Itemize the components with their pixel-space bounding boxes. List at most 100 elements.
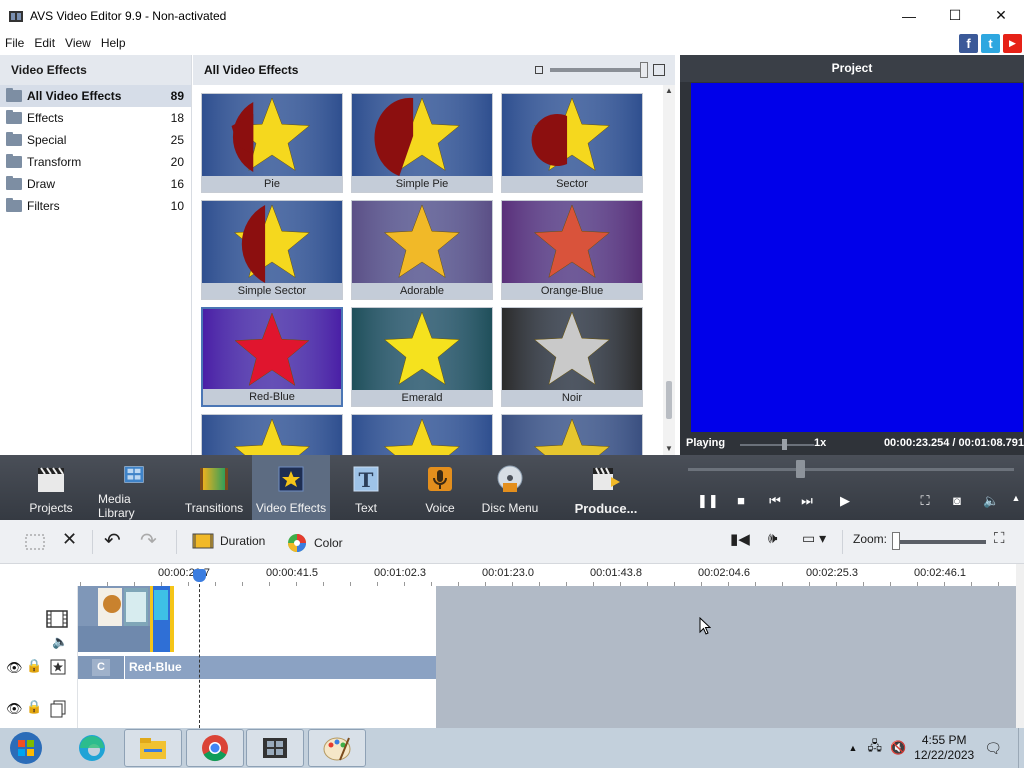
thumbnail-size-slider[interactable] [535, 62, 665, 78]
timeline-empty-area[interactable] [436, 586, 1016, 728]
zoom-thumb[interactable] [892, 532, 900, 550]
clock[interactable]: 4:55 PM 12/22/2023 [914, 733, 974, 763]
menu-view[interactable]: View [60, 36, 96, 50]
timeline-ruler[interactable]: 00:00:20.7 00:00:41.5 00:01:02.3 00:01:23.0… [0, 564, 1016, 586]
taskbar-avs-editor[interactable] [246, 729, 304, 767]
lock-icon[interactable]: 🔒 [26, 658, 42, 674]
video-clip-thumbnails[interactable] [78, 586, 174, 652]
effect-tile[interactable]: Orange-Blue [501, 200, 643, 300]
timeline-area[interactable]: C Red-Blue [78, 586, 1016, 728]
large-size-icon[interactable] [653, 64, 665, 76]
timeline-scrollbar[interactable] [1016, 564, 1024, 728]
gallery-scrollbar[interactable]: ▲ ▼ [663, 85, 675, 455]
scroll-up-icon[interactable]: ▲ [663, 85, 675, 97]
effect-tile[interactable]: Red-Blue [201, 307, 343, 407]
effect-clip-red-blue[interactable]: Red-Blue [124, 656, 436, 679]
start-button-icon[interactable] [6, 730, 46, 766]
effect-preview-image [202, 415, 342, 455]
fit-timeline-icon[interactable]: ⛶ [994, 530, 1005, 547]
disc-menu-button[interactable]: Disc Menu [480, 455, 540, 520]
split-icon[interactable]: ▮◀ [730, 530, 750, 548]
video-clip-row[interactable] [78, 586, 174, 652]
scroll-thumb[interactable] [666, 381, 672, 419]
speed-slider-thumb[interactable] [782, 439, 787, 450]
color-button[interactable]: Color [286, 532, 343, 554]
minimize-button[interactable]: — [886, 0, 932, 31]
previous-frame-icon[interactable]: ⏮ [767, 493, 783, 509]
category-name: Special [27, 133, 67, 147]
seek-thumb[interactable] [796, 460, 805, 478]
category-item[interactable]: All Video Effects 89 [0, 85, 191, 107]
eye-icon[interactable]: 👁 [6, 660, 23, 676]
duration-button[interactable]: Duration [192, 532, 265, 550]
stop-icon[interactable]: ■ [733, 493, 749, 508]
next-frame-icon[interactable]: ⏭ [799, 493, 815, 509]
play-range-icon[interactable]: ▶ [834, 493, 856, 509]
text-button[interactable]: T Text [340, 455, 392, 520]
effect-tile[interactable] [351, 414, 493, 455]
effect-tile[interactable]: Sector [501, 93, 643, 193]
twitter-icon[interactable]: t [981, 34, 1000, 53]
maximize-button[interactable]: ☐ [932, 0, 978, 31]
effect-tile[interactable]: Pie [201, 93, 343, 193]
fullscreen-icon[interactable]: ⛶ [917, 493, 933, 509]
category-item[interactable]: Effects 18 [0, 107, 191, 129]
size-slider-thumb[interactable] [640, 62, 648, 78]
undo-icon[interactable]: ↶ [104, 528, 121, 553]
zoom-slider[interactable] [892, 540, 986, 544]
aspect-ratio-dropdown[interactable]: ▭ ▾ [802, 530, 826, 547]
show-hidden-icons[interactable]: ▲ [849, 743, 858, 753]
audio-mixer-icon[interactable]: 🕪 [768, 530, 777, 547]
volume-up-arrow-icon[interactable]: ▲ [1008, 493, 1024, 503]
effect-label: Simple Sector [202, 283, 342, 299]
effect-tile[interactable]: Emerald [351, 307, 493, 407]
delete-icon[interactable]: ✕ [62, 529, 77, 550]
youtube-icon[interactable]: ▶ [1003, 34, 1022, 53]
network-icon[interactable]: 🖧 [867, 737, 882, 759]
menu-help[interactable]: Help [96, 36, 131, 50]
playhead-marker[interactable] [193, 569, 206, 582]
effect-label: Noir [502, 390, 642, 406]
category-item[interactable]: Draw 16 [0, 173, 191, 195]
category-item[interactable]: Transform 20 [0, 151, 191, 173]
taskbar-paint[interactable] [308, 729, 366, 767]
eye-icon-2[interactable]: 👁 [6, 701, 23, 717]
small-size-icon[interactable] [535, 66, 543, 74]
menu-edit[interactable]: Edit [29, 36, 60, 50]
speed-slider[interactable] [740, 444, 814, 446]
lock-icon-2[interactable]: 🔒 [26, 699, 42, 715]
category-item[interactable]: Special 25 [0, 129, 191, 151]
storyboard-icon[interactable] [24, 532, 46, 552]
redo-icon[interactable]: ↷ [140, 528, 157, 553]
produce-button[interactable]: Produce... [570, 455, 642, 520]
effect-tile[interactable]: Simple Sector [201, 200, 343, 300]
folder-icon [6, 132, 22, 146]
show-desktop-button[interactable] [1018, 728, 1024, 768]
close-button[interactable]: ✕ [978, 0, 1024, 31]
volume-icon[interactable]: 🔈 [983, 493, 999, 509]
effect-tile[interactable]: Simple Pie [351, 93, 493, 193]
edge-icon[interactable] [76, 733, 108, 763]
pause-icon[interactable]: ❚❚ [697, 493, 719, 509]
voice-button[interactable]: Voice [414, 455, 466, 520]
effect-tile[interactable] [201, 414, 343, 455]
effect-tile[interactable]: Noir [501, 307, 643, 407]
scroll-down-icon[interactable]: ▼ [663, 443, 675, 455]
notifications-icon[interactable]: 🗨 [984, 740, 1002, 757]
projects-button[interactable]: Projects [18, 455, 84, 520]
snapshot-icon[interactable]: ◙ [949, 493, 965, 508]
facebook-icon[interactable]: f [959, 34, 978, 53]
volume-muted-icon[interactable]: 🔇 [890, 740, 906, 756]
menu-file[interactable]: File [0, 36, 29, 50]
effect-tile[interactable]: Adorable [351, 200, 493, 300]
effect-tile[interactable] [501, 414, 643, 455]
taskbar-file-explorer[interactable] [124, 729, 182, 767]
transitions-button[interactable]: Transitions [184, 455, 244, 520]
audio-mute-icon[interactable]: 🔈 [52, 634, 68, 650]
seek-bar[interactable] [688, 468, 1014, 471]
taskbar-chrome[interactable] [186, 729, 244, 767]
effect-clip-row[interactable]: C Red-Blue [78, 656, 436, 679]
category-item[interactable]: Filters 10 [0, 195, 191, 217]
video-effects-button[interactable]: Video Effects [252, 455, 330, 520]
media-library-button[interactable]: Media Library [98, 455, 170, 520]
